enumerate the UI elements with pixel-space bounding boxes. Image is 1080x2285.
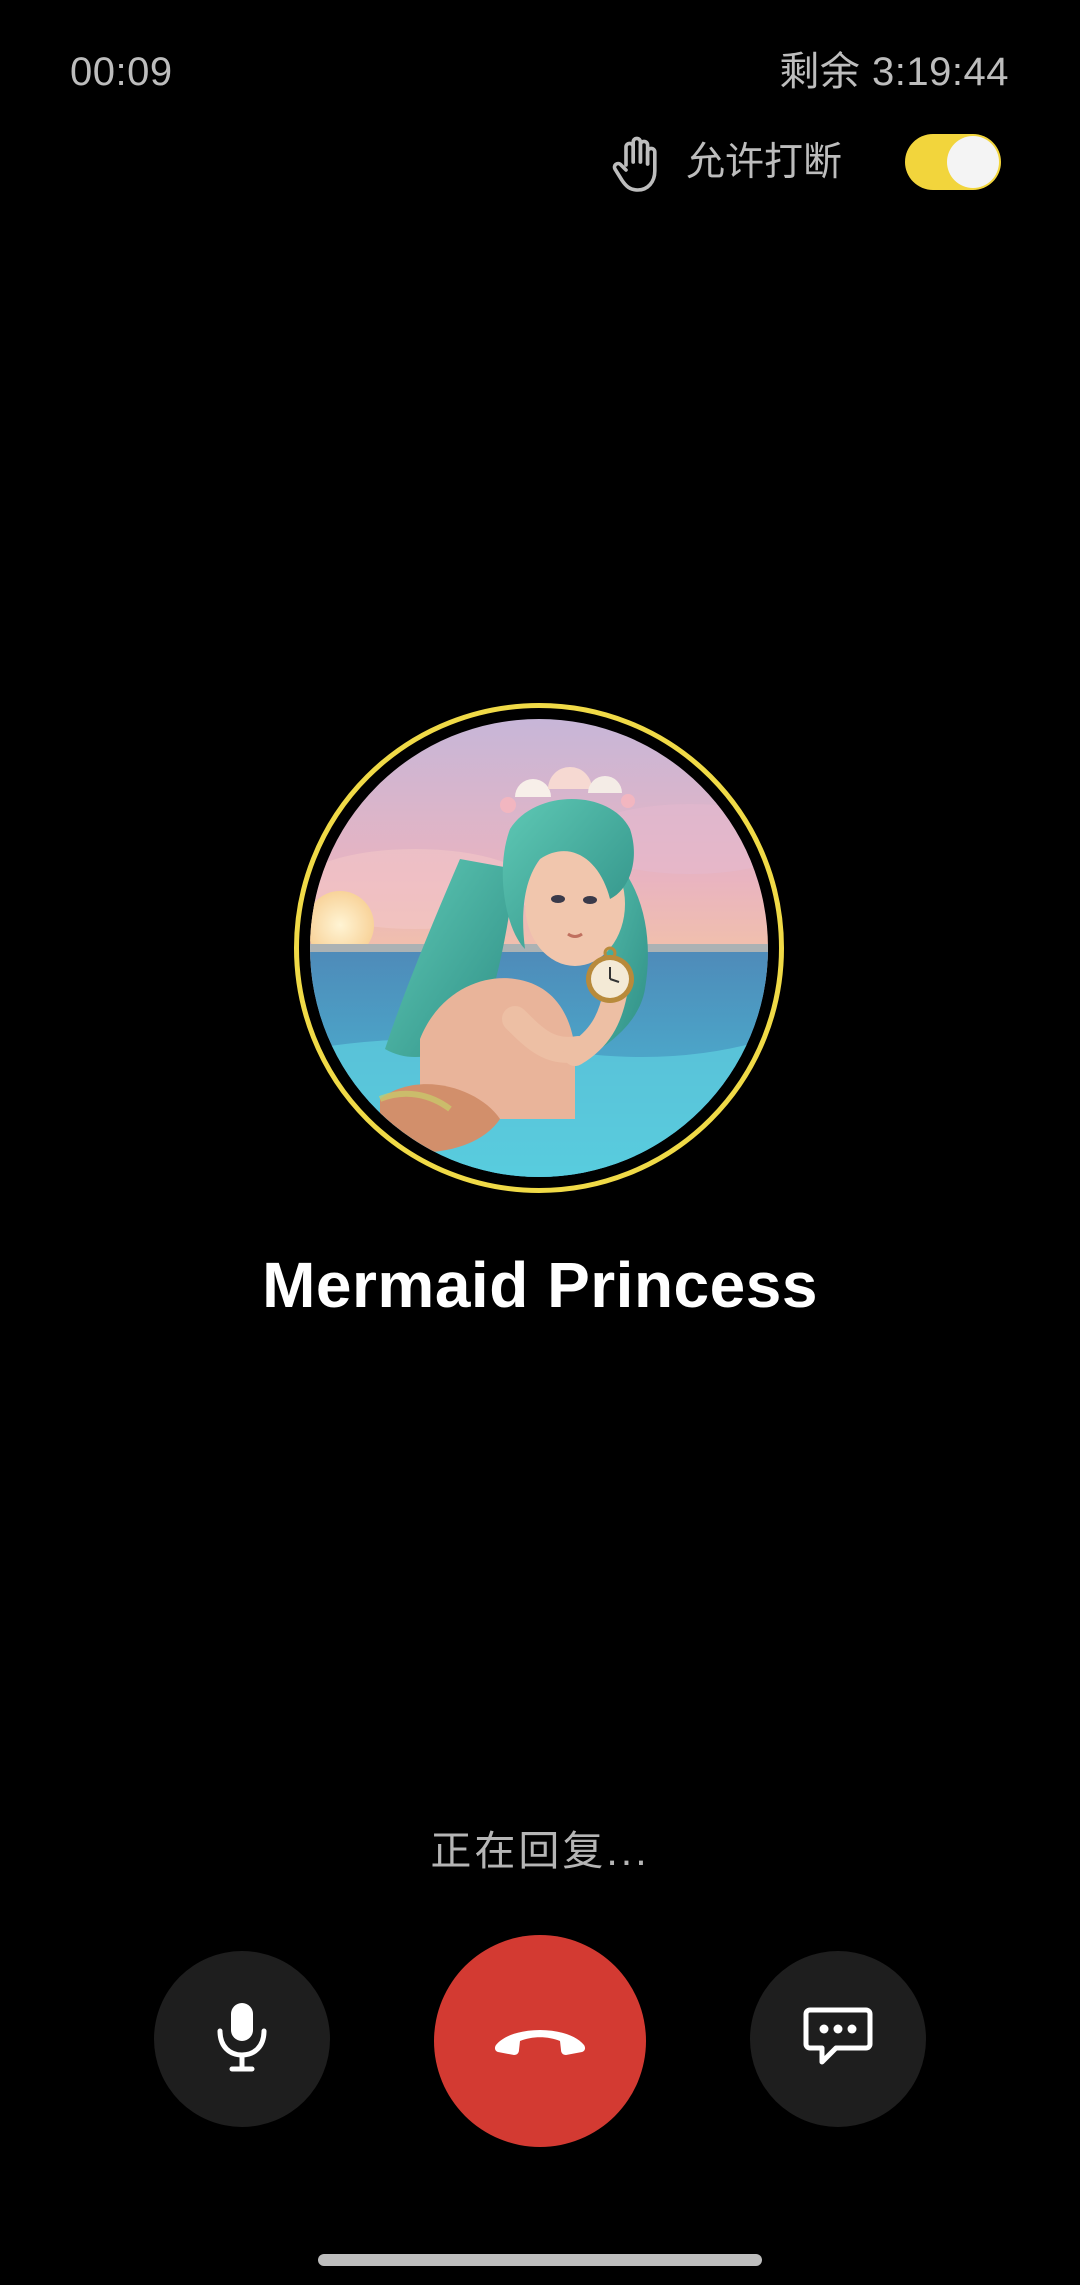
hang-up-button[interactable] (434, 1935, 646, 2147)
allow-interrupt-row: 允许打断 (600, 130, 1010, 200)
contact-name: Mermaid Princess (262, 1249, 818, 1321)
chat-bubble-icon (802, 2004, 874, 2075)
mermaid-avatar (310, 719, 768, 1177)
microphone-icon (212, 1999, 272, 2080)
home-indicator[interactable] (318, 2254, 762, 2266)
call-status: 正在回复... (430, 1828, 650, 1874)
elapsed-time: 00:09 (70, 50, 173, 94)
allow-interrupt-toggle[interactable] (905, 134, 1001, 190)
chat-button[interactable] (750, 1951, 926, 2127)
microphone-button[interactable] (154, 1951, 330, 2127)
avatar-ring (294, 703, 784, 1193)
toggle-knob (947, 136, 999, 188)
allow-interrupt-label: 允许打断 (686, 141, 843, 184)
hand-icon (610, 135, 662, 193)
hang-up-phone-icon (492, 2019, 588, 2064)
remaining-time: 剩余 3:19:44 (779, 50, 1009, 94)
